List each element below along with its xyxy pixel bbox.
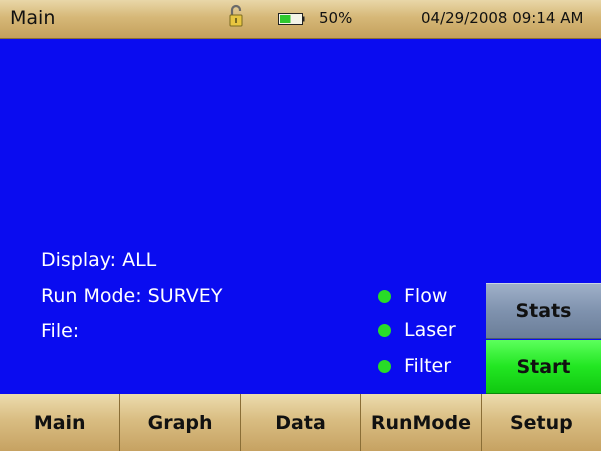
battery-percentage: 50%	[319, 9, 353, 27]
filter-label: Filter	[404, 355, 452, 377]
flow-label: Flow	[404, 285, 448, 307]
tab-setup[interactable]: Setup	[481, 394, 601, 451]
filter-status-dot-icon	[378, 359, 391, 373]
run-mode-text: Run Mode: SURVEY	[41, 285, 223, 307]
datetime: 04/29/2008 09:14 AM	[421, 9, 584, 27]
instrument-screen: Main 50% 04/29/2008 09:14 AM Display: AL…	[0, 0, 601, 451]
display-mode-text: Display: ALL	[41, 249, 157, 271]
flow-status-dot-icon	[378, 289, 391, 303]
bottom-tab-bar: Main Graph Data RunMode Setup	[0, 394, 601, 451]
laser-status-dot-icon	[378, 323, 391, 337]
status-bar: Main 50% 04/29/2008 09:14 AM	[0, 0, 601, 39]
page-title: Main	[10, 7, 56, 29]
flow-indicator: Flow	[378, 285, 448, 307]
tab-data[interactable]: Data	[240, 394, 362, 451]
file-text: File:	[41, 320, 80, 342]
stats-button[interactable]: Stats	[486, 283, 601, 339]
laser-label: Laser	[404, 319, 456, 341]
laser-indicator: Laser	[378, 319, 456, 341]
unlocked-padlock-icon	[229, 4, 243, 27]
tab-main[interactable]: Main	[0, 394, 121, 451]
start-button[interactable]: Start	[486, 340, 601, 394]
tab-graph[interactable]: Graph	[120, 394, 241, 451]
battery-icon	[278, 13, 305, 25]
tab-runmode[interactable]: RunMode	[361, 394, 482, 451]
filter-indicator: Filter	[378, 355, 452, 377]
